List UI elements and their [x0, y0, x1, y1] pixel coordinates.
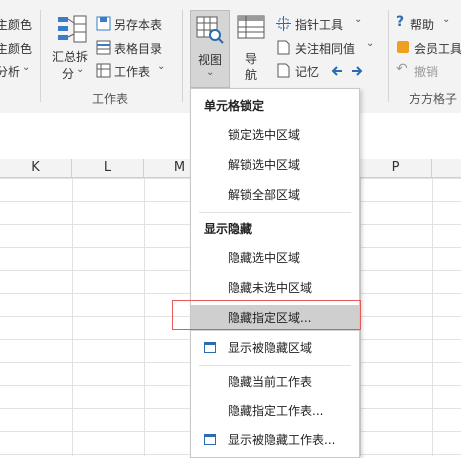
cursor-tool-label: 指针工具: [295, 18, 344, 32]
help-label: 帮助: [410, 18, 435, 32]
undo-button[interactable]: ↶ 撤销: [396, 61, 456, 82]
summary-split-label-2: 分: [62, 67, 75, 81]
arrow-left-icon[interactable]: [330, 64, 344, 78]
member-tools-button[interactable]: 会员工具: [396, 39, 461, 59]
undo-icon: ↶: [396, 61, 408, 77]
view-label: 视图: [198, 53, 223, 67]
document-icon: [277, 40, 290, 55]
worksheet-icon: [96, 63, 111, 78]
menu-item-label: 显示被隐藏工作表...: [228, 433, 336, 447]
question-icon: ?: [396, 14, 405, 30]
chevron-down-icon: ⌄: [354, 14, 363, 25]
member-icon: [397, 41, 409, 53]
chevron-down-icon: ⌄: [366, 38, 375, 49]
summary-split-icon: [58, 15, 87, 43]
menu-item-hide-unselected[interactable]: 隐藏未选中区域: [191, 275, 359, 301]
grid-line: [144, 178, 145, 456]
member-tools-label: 会员工具: [414, 42, 461, 56]
window-icon: [204, 342, 216, 353]
save-as-table-label: 另存本表: [114, 18, 163, 32]
menu-section-header-show-hide: 显示隐藏: [204, 222, 253, 236]
grid-line: [72, 178, 73, 456]
menu-item-unlock-selected[interactable]: 解锁选中区域: [191, 152, 359, 178]
undo-label: 撤销: [414, 65, 439, 79]
menu-item-label: 隐藏未选中区域: [228, 281, 313, 295]
follow-same-value-label: 关注相同值: [295, 42, 356, 56]
chevron-down-icon: ⌄: [76, 64, 85, 75]
view-dropdown-menu: 单元格锁定 锁定选中区域 解锁选中区域 解锁全部区域 显示隐藏 隐藏选中区域 隐…: [190, 88, 360, 458]
window-icon: [204, 434, 216, 445]
ribbon-partial-item-3[interactable]: 分析: [0, 63, 20, 80]
highlight-callout-box: [172, 300, 361, 330]
cursor-tool-button[interactable]: 指针工具 ⌄: [276, 14, 372, 35]
menu-item-hide-current-sheet[interactable]: 隐藏当前工作表: [191, 369, 359, 395]
document-icon: [277, 63, 290, 78]
navigation-label-2: 航: [245, 68, 258, 82]
ribbon-separator: [388, 10, 389, 102]
view-grid-icon: [196, 16, 224, 44]
column-header-partial[interactable]: [432, 159, 461, 177]
follow-same-value-button[interactable]: 关注相同值 ⌄: [276, 38, 380, 59]
view-button[interactable]: 视图 ⌄: [190, 10, 230, 88]
menu-item-label: 解锁全部区域: [228, 188, 301, 202]
chevron-down-icon: ⌄: [206, 67, 215, 78]
grid-line: [432, 178, 433, 456]
ribbon-separator: [182, 10, 183, 102]
summary-split-label-1: 汇总拆: [52, 50, 89, 64]
column-header-p[interactable]: P: [360, 159, 432, 177]
menu-item-label: 显示被隐藏区域: [228, 341, 313, 355]
menu-separator: [199, 212, 351, 213]
menu-section-header-cell-lock: 单元格锁定: [204, 99, 265, 113]
menu-item-label: 隐藏选中区域: [228, 251, 301, 265]
chevron-down-icon: ⌄: [442, 14, 451, 25]
menu-item-show-hidden-area[interactable]: 显示被隐藏区域: [191, 335, 359, 361]
group-label-fangfang: 方方格子: [409, 92, 458, 106]
menu-item-label: 隐藏指定工作表...: [228, 404, 324, 418]
menu-item-show-hidden-sheet[interactable]: 显示被隐藏工作表...: [191, 427, 359, 453]
navigation-icon: [237, 15, 265, 39]
memory-button[interactable]: 记忆: [276, 62, 324, 82]
menu-item-unlock-all[interactable]: 解锁全部区域: [191, 182, 359, 208]
group-label-worksheet: 工作表: [92, 92, 129, 106]
summary-split-button[interactable]: 汇总拆 分 ⌄: [50, 12, 94, 84]
menu-item-hide-specified-sheet[interactable]: 隐藏指定工作表...: [191, 398, 359, 424]
ribbon-separator: [40, 10, 41, 102]
ribbon-partial-item-2[interactable]: 主颜色: [0, 40, 32, 57]
chevron-down-icon: ⌄: [157, 61, 166, 72]
menu-item-label: 锁定选中区域: [228, 128, 301, 142]
crosshair-icon: [276, 16, 291, 31]
worksheet-menu-label: 工作表: [114, 65, 151, 79]
ribbon-partial-item-1[interactable]: 主颜色: [0, 16, 32, 33]
table-catalog-label: 表格目录: [114, 42, 163, 56]
menu-item-hide-selected[interactable]: 隐藏选中区域: [191, 245, 359, 271]
table-catalog-icon: [96, 40, 111, 55]
help-button[interactable]: ? 帮助 ⌄: [396, 14, 460, 35]
column-header-l[interactable]: L: [72, 159, 144, 177]
save-icon: [96, 16, 111, 31]
memory-label: 记忆: [295, 65, 320, 79]
worksheet-menu-button[interactable]: 工作表 ⌄: [96, 61, 172, 82]
menu-separator: [199, 365, 351, 366]
save-as-table-button[interactable]: 另存本表: [96, 15, 172, 35]
chevron-down-icon: ⌄: [22, 62, 31, 73]
menu-item-label: 解锁选中区域: [228, 158, 301, 172]
menu-item-label: 隐藏当前工作表: [228, 375, 313, 389]
menu-item-lock-selected[interactable]: 锁定选中区域: [191, 122, 359, 148]
arrow-right-icon[interactable]: [350, 64, 364, 78]
table-catalog-button[interactable]: 表格目录: [96, 39, 172, 59]
column-header-k[interactable]: K: [0, 159, 72, 177]
navigation-button[interactable]: 导 航: [234, 12, 270, 84]
navigation-label-1: 导: [245, 52, 258, 66]
